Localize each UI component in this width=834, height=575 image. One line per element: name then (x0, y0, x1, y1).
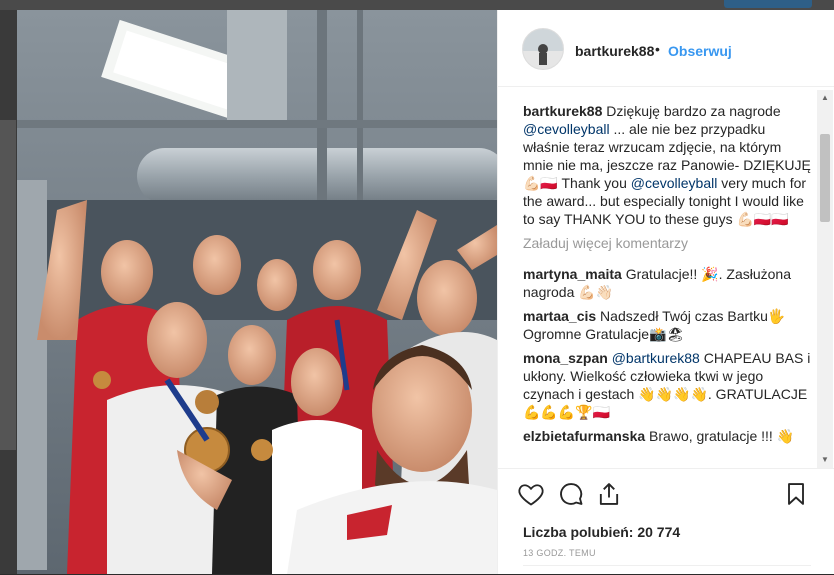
header-separator-dot: • (655, 41, 660, 57)
actions-divider (523, 565, 811, 566)
author-username[interactable]: bartkurek88 (575, 43, 654, 59)
comment-icon[interactable] (557, 480, 585, 508)
avatar-image (523, 29, 563, 69)
caption-text-part: Dziękuję bardzo za nagrode (602, 103, 785, 119)
scroll-up-arrow-icon[interactable]: ▲ (817, 90, 833, 106)
share-icon[interactable] (595, 480, 623, 508)
avatar[interactable] (522, 28, 564, 70)
comment-item: mona_szpan @bartkurek88 CHAPEAU BAS i uk… (523, 349, 813, 421)
caption-mention[interactable]: @cevolleyball (523, 121, 610, 137)
post-photo-illustration (17, 10, 497, 574)
scroll-down-arrow-icon[interactable]: ▼ (817, 452, 833, 468)
caption: bartkurek88 Dziękuję bardzo za nagrode @… (523, 102, 813, 228)
comment-username[interactable]: martaa_cis (523, 308, 596, 324)
post-photo[interactable] (17, 10, 497, 574)
comment-username[interactable]: martyna_maita (523, 266, 622, 282)
post-actions: Liczba polubień: 20 774 13 GODZ. TEMU (498, 468, 834, 575)
post-side-panel: bartkurek88 • Obserwuj bartkurek88 Dzięk… (497, 10, 834, 574)
post-header: bartkurek88 • Obserwuj (498, 10, 834, 87)
comment-username[interactable]: mona_szpan (523, 350, 608, 366)
likes-count[interactable]: Liczba polubień: 20 774 (523, 524, 680, 540)
caption-username[interactable]: bartkurek88 (523, 103, 602, 119)
background-top-bar (0, 0, 834, 10)
comment-item: martyna_maita Gratulacje!! 🎉. Zasłużona … (523, 265, 813, 301)
background-left-strip (0, 120, 16, 450)
caption-mention[interactable]: @cevolleyball (631, 175, 718, 191)
comment-text: Brawo, gratulacje !!! 👋 (645, 428, 795, 444)
load-more-comments-link[interactable]: Załaduj więcej komentarzy (523, 234, 813, 252)
comments-scrollbar[interactable]: ▲ ▼ (817, 90, 833, 468)
comments-list: bartkurek88 Dziękuję bardzo za nagrode @… (523, 102, 813, 462)
background-login-button (724, 0, 812, 8)
comment-mention[interactable]: @bartkurek88 (612, 350, 700, 366)
post-timestamp[interactable]: 13 GODZ. TEMU (523, 548, 596, 558)
scroll-thumb[interactable] (820, 134, 830, 222)
comment-item: martaa_cis Nadszedł Twój czas Bartku🖐 Og… (523, 307, 813, 343)
comment-username[interactable]: elzbietafurmanska (523, 428, 645, 444)
follow-button[interactable]: Obserwuj (668, 43, 732, 59)
heart-icon[interactable] (517, 480, 545, 508)
comment-item: elzbietafurmanska Brawo, gratulacje !!! … (523, 427, 813, 445)
bookmark-icon[interactable] (782, 480, 810, 508)
